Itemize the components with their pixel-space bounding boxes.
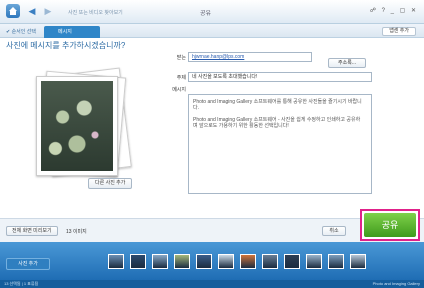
message-line-1: Photo and Imaging Gallery 소프트웨어를 통해 공유한 … — [193, 99, 362, 111]
filmstrip-thumbnail[interactable] — [196, 254, 212, 269]
filmstrip: 사진 추가 — [0, 242, 424, 280]
step-select-order[interactable]: ✔ 순서인 선택 — [6, 28, 36, 35]
window-title: 공유 — [200, 11, 212, 17]
help-button[interactable]: 앱센 추가 — [382, 27, 416, 36]
message-label: 메시지 — [172, 87, 186, 93]
filmstrip-thumbnail[interactable] — [218, 254, 234, 269]
tab-message[interactable]: 메시지 — [44, 26, 100, 38]
filmstrip-thumbnail[interactable] — [262, 254, 278, 269]
message-field[interactable]: Photo and Imaging Gallery 소프트웨어를 통해 공유한 … — [188, 94, 372, 194]
title-bar: ◀ ▶ 사진 또는 비디오 찾아보기 공유 ☍ ? _ ▢ ✕ — [0, 0, 424, 24]
filmstrip-thumbnail[interactable] — [284, 254, 300, 269]
fullscreen-preview-button[interactable]: 전체 화면 미리보기 — [6, 226, 58, 236]
step-bar: ✔ 순서인 선택 메시지 앱센 추가 — [0, 24, 424, 38]
image-count: 13 이미지 — [66, 229, 87, 235]
photo-image — [41, 81, 113, 171]
main-content: 사진에 메시지를 추가하시겠습니까? 다른 사진 추가 받는 hjwrnae.h… — [0, 38, 424, 218]
app-name: Photo and Imaging Gallery — [372, 281, 420, 286]
page-title: 사진에 메시지를 추가하시겠습니까? — [6, 41, 126, 50]
subject-field[interactable]: 네 사진을 보도록 초대했습니다! — [188, 72, 372, 82]
photo-stack — [36, 67, 132, 178]
subject-label: 주제 — [176, 75, 186, 81]
filmstrip-thumbnail[interactable] — [350, 254, 366, 269]
share-button[interactable]: 공유 — [364, 213, 416, 237]
back-arrow-icon[interactable]: ◀ — [26, 7, 38, 16]
status-bar: 13 선택됨 | 1 표류됨 Photo and Imaging Gallery — [0, 280, 424, 288]
cancel-button[interactable]: 취소 — [322, 226, 346, 236]
breadcrumb[interactable]: 사진 또는 비디오 찾아보기 — [68, 9, 123, 16]
filmstrip-thumbnail[interactable] — [152, 254, 168, 269]
add-photo-button[interactable]: 사진 추가 — [6, 258, 50, 270]
to-field[interactable]: hjwrnae.hanp@lps.com — [188, 52, 312, 62]
to-label: 받는 — [176, 55, 186, 61]
filmstrip-thumbnail[interactable] — [306, 254, 322, 269]
window-controls[interactable]: ☍ ? _ ▢ ✕ — [370, 7, 418, 14]
filmstrip-thumbnail[interactable] — [174, 254, 190, 269]
add-other-photo-button[interactable]: 다른 사진 추가 — [88, 178, 133, 189]
forward-arrow-icon[interactable]: ▶ — [42, 7, 54, 16]
message-line-2: Photo and Imaging Gallery 소프트웨어 - 사진을 쉽게… — [193, 117, 361, 129]
filmstrip-thumbnail[interactable] — [328, 254, 344, 269]
filmstrip-thumbnail[interactable] — [240, 254, 256, 269]
address-book-button[interactable]: 주소록... — [328, 58, 366, 68]
selection-status: 13 선택됨 | 1 표류됨 — [4, 281, 39, 286]
filmstrip-thumbnail[interactable] — [108, 254, 124, 269]
action-bar: 전체 화면 미리보기 13 이미지 취소 공유 — [0, 209, 424, 242]
share-highlight: 공유 — [360, 209, 420, 241]
photo-front — [36, 76, 118, 176]
home-icon[interactable] — [6, 4, 20, 18]
filmstrip-thumbnail[interactable] — [130, 254, 146, 269]
